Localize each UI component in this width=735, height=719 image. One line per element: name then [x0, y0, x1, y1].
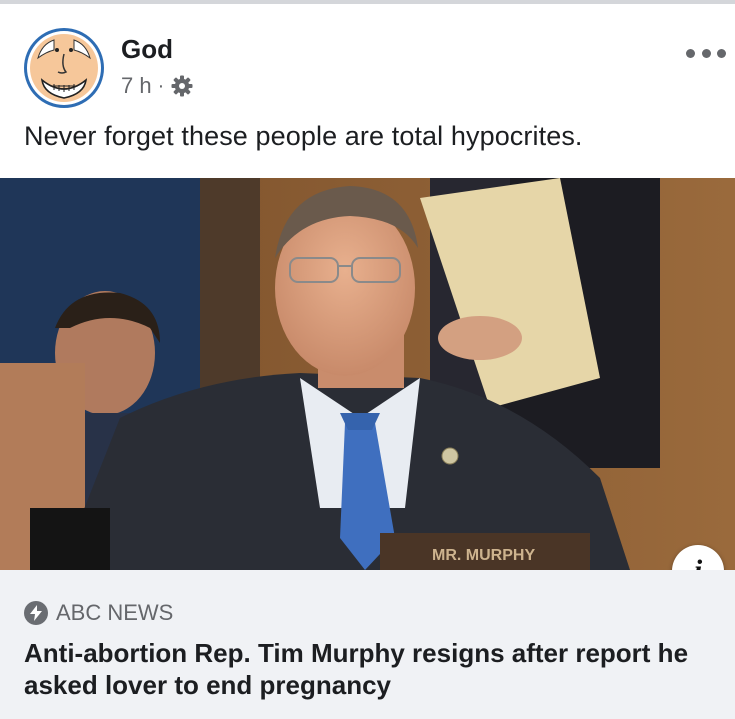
- more-dot-icon: [701, 48, 711, 58]
- top-divider: [0, 0, 735, 4]
- more-dot-icon: [686, 48, 695, 58]
- source-name: ABC NEWS: [56, 600, 174, 625]
- god-cartoon-face-icon: [30, 34, 98, 102]
- bolt-icon: [24, 601, 48, 625]
- meta-separator: ·: [157, 74, 165, 97]
- nameplate-text: MR. MURPHY: [432, 547, 535, 564]
- author-name[interactable]: God: [121, 34, 173, 65]
- link-headline[interactable]: Anti-abortion Rep. Tim Murphy resigns af…: [24, 637, 724, 701]
- gear-icon[interactable]: [170, 74, 194, 98]
- more-dot-icon: [717, 48, 726, 58]
- timestamp[interactable]: 7 h: [121, 73, 152, 99]
- link-source: ABC NEWS: [24, 598, 173, 628]
- avatar[interactable]: [24, 28, 104, 108]
- post-meta: 7 h ·: [121, 72, 194, 100]
- more-options-button[interactable]: [686, 42, 726, 64]
- post-text: Never forget these people are total hypo…: [24, 121, 583, 151]
- link-preview-photo[interactable]: MR. MURPHY: [0, 178, 735, 570]
